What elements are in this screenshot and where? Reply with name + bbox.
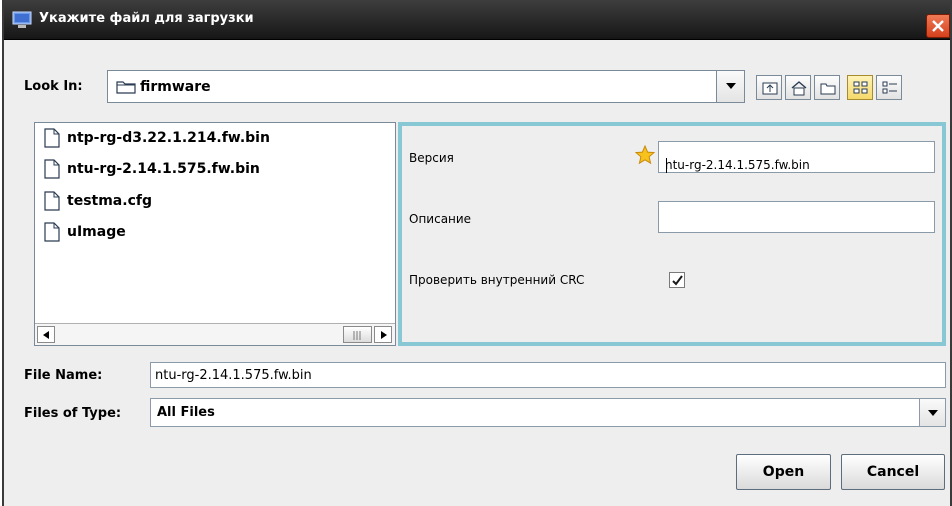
chevron-down-icon <box>726 83 736 89</box>
file-list[interactable]: ntp-rg-d3.22.1.214.fw.bin ntu-rg-2.14.1.… <box>34 122 396 346</box>
version-label: Версия <box>409 151 454 165</box>
up-folder-icon <box>762 82 778 95</box>
file-name: uImage <box>67 224 126 240</box>
cancel-button[interactable]: Cancel <box>841 454 945 490</box>
up-one-level-button[interactable] <box>756 75 782 100</box>
open-button[interactable]: Open <box>736 454 831 490</box>
files-of-type-label: Files of Type: <box>24 406 122 421</box>
version-value: ntu-rg-2.14.1.575.fw.bin <box>665 158 810 172</box>
scrollbar-thumb[interactable] <box>343 326 372 343</box>
look-in-combobox[interactable]: firmware <box>107 70 745 103</box>
files-of-type-combobox[interactable]: All Files <box>150 398 946 427</box>
text-caret <box>666 158 667 173</box>
arrow-left-icon <box>43 331 49 339</box>
file-icon <box>44 191 60 211</box>
details-view-button[interactable] <box>876 75 902 100</box>
horizontal-scrollbar[interactable] <box>35 323 395 345</box>
star-icon <box>635 145 655 165</box>
file-icon <box>44 128 60 148</box>
new-folder-button[interactable] <box>814 75 840 100</box>
file-name: ntu-rg-2.14.1.575.fw.bin <box>67 161 260 177</box>
close-button[interactable] <box>926 14 950 38</box>
look-in-dropdown-button[interactable] <box>716 71 744 102</box>
checkmark-icon <box>672 275 683 286</box>
java-window-icon <box>12 11 32 28</box>
file-icon <box>44 159 60 179</box>
close-icon <box>932 20 944 32</box>
description-input[interactable] <box>658 201 935 233</box>
list-view-button[interactable] <box>847 75 873 100</box>
chevron-down-icon <box>928 410 938 416</box>
file-icon <box>44 222 60 242</box>
description-label: Описание <box>409 212 472 226</box>
new-folder-icon <box>820 83 836 95</box>
file-name-label: File Name: <box>24 368 103 383</box>
file-name-input[interactable]: ntu-rg-2.14.1.575.fw.bin <box>150 362 946 388</box>
list-view-icon <box>853 81 868 94</box>
files-of-type-value: All Files <box>157 405 215 420</box>
look-in-value: firmware <box>140 79 211 95</box>
grip-icon <box>353 331 361 340</box>
file-chooser-dialog: Укажите файл для загрузки Look In: firmw… <box>2 0 952 506</box>
file-name: testma.cfg <box>67 193 152 209</box>
folder-icon <box>116 81 136 94</box>
scroll-left-button[interactable] <box>37 326 55 343</box>
title-bar[interactable]: Укажите файл для загрузки <box>4 0 950 40</box>
look-in-label: Look In: <box>24 79 83 94</box>
home-icon <box>791 81 807 96</box>
details-view-icon <box>882 81 897 94</box>
scroll-right-button[interactable] <box>374 326 392 343</box>
file-name-value: ntu-rg-2.14.1.575.fw.bin <box>155 368 312 383</box>
files-of-type-dropdown-button[interactable] <box>919 399 945 426</box>
file-name: ntp-rg-d3.22.1.214.fw.bin <box>67 130 270 146</box>
home-button[interactable] <box>785 75 811 100</box>
crc-check-label: Проверить внутренний CRC <box>409 273 585 287</box>
crc-checkbox[interactable] <box>669 272 685 288</box>
arrow-right-icon <box>381 331 387 339</box>
window-title: Укажите файл для загрузки <box>39 11 254 26</box>
accessory-panel: Версия ntu-rg-2.14.1.575.fw.bin Описание… <box>398 122 946 346</box>
version-input[interactable]: ntu-rg-2.14.1.575.fw.bin <box>658 141 935 173</box>
